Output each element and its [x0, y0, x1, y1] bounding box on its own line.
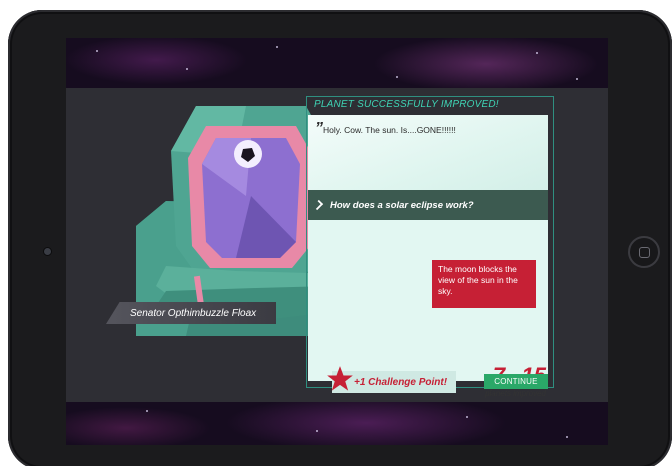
- camera-icon: [44, 248, 51, 255]
- challenge-label: +1 Challenge Point!: [354, 376, 448, 388]
- character-name: Senator Opthimbuzzle Floax: [130, 307, 257, 319]
- dialog-title: PLANET SUCCESSFULLY IMPROVED!: [314, 99, 499, 110]
- answer-box: The moon blocks the view of the sun in t…: [432, 260, 536, 308]
- dialog-panel: ” Holy. Cow. The sun. Is....GONE!!!!!! H…: [308, 115, 548, 398]
- challenge-point-badge: +1 Challenge Point!: [327, 366, 456, 393]
- star-decoration: [146, 410, 148, 412]
- chevron-right-icon: [312, 199, 324, 211]
- question-bar: How does a solar eclipse work?: [308, 190, 548, 220]
- star-decoration: [316, 430, 318, 432]
- star-decoration: [566, 436, 568, 438]
- continue-button[interactable]: CONTINUE: [484, 374, 548, 389]
- star-decoration: [186, 68, 188, 70]
- character-quote: Holy. Cow. The sun. Is....GONE!!!!!!: [323, 125, 456, 135]
- question-text: How does a solar eclipse work?: [330, 199, 474, 211]
- star-decoration: [96, 50, 98, 52]
- star-decoration: [536, 52, 538, 54]
- star-decoration: [396, 76, 398, 78]
- quote-mark-icon: ”: [315, 120, 323, 137]
- progress-label: planets improved: [485, 389, 546, 398]
- star-decoration: [466, 416, 468, 418]
- home-button-icon[interactable]: [628, 236, 660, 268]
- character-nameplate: Senator Opthimbuzzle Floax: [106, 302, 276, 324]
- star-decoration: [276, 46, 278, 48]
- star-icon: [327, 366, 353, 391]
- game-screen: Senator Opthimbuzzle Floax PLANET SUCCES…: [66, 38, 608, 445]
- star-decoration: [576, 78, 578, 80]
